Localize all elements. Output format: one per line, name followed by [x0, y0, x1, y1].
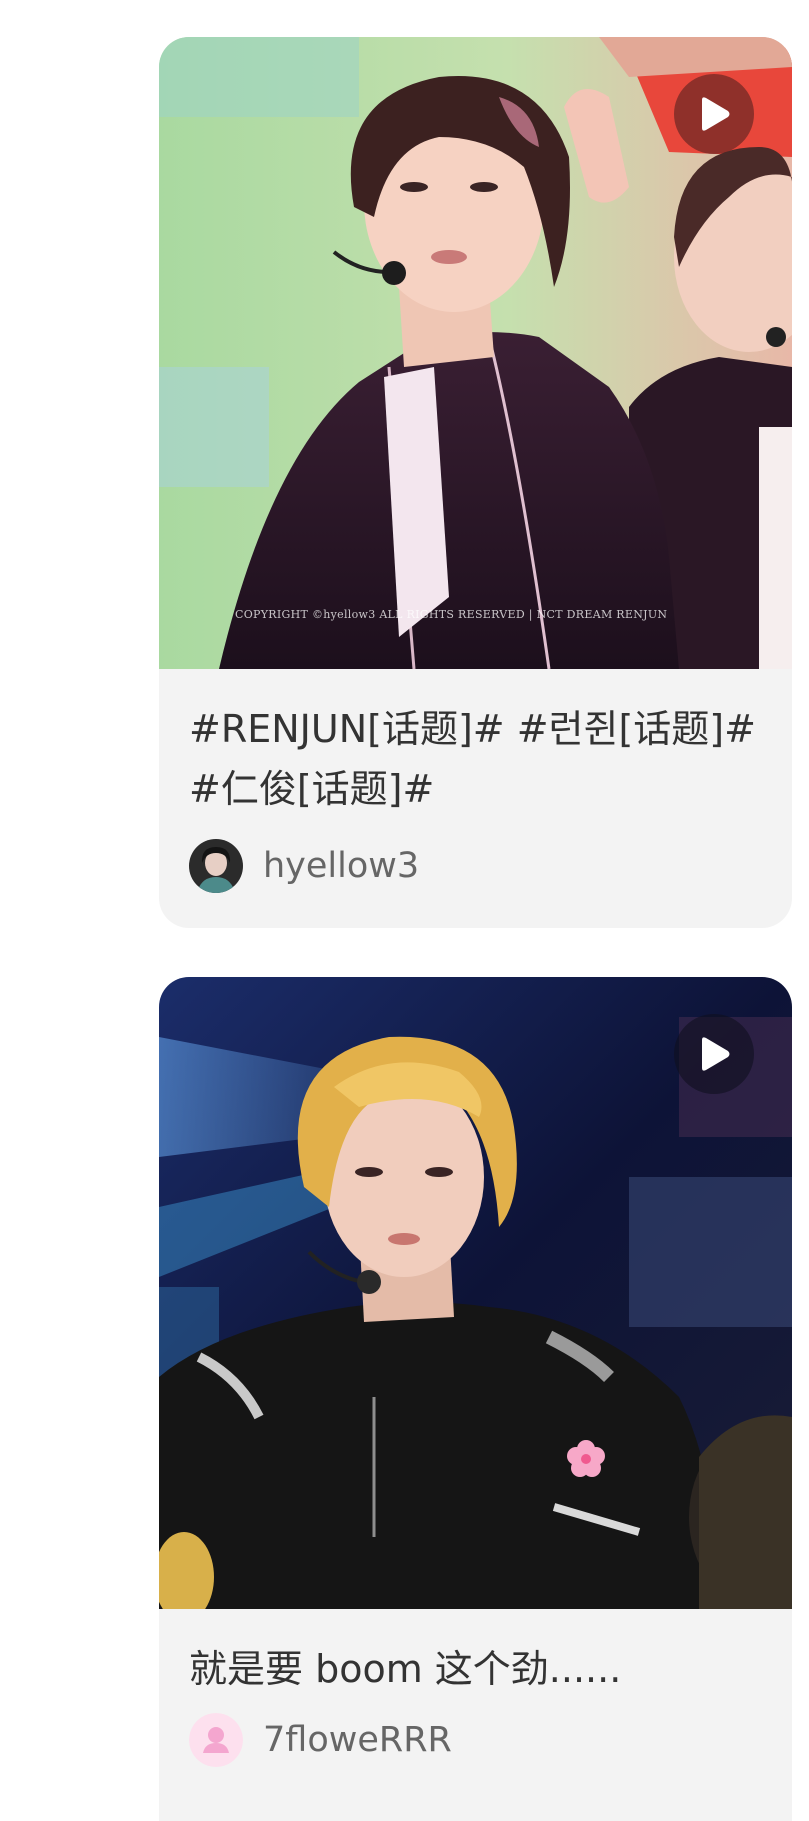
play-icon[interactable] — [674, 74, 754, 154]
default-user-icon[interactable] — [189, 1713, 243, 1767]
note-cover-image[interactable] — [159, 977, 792, 1609]
note-feed: COPYRIGHT ©hyellow3 ALL RIGHTS RESERVED … — [0, 0, 809, 1821]
note-author[interactable]: hyellow3 — [159, 839, 792, 893]
note-title[interactable]: #RENJUN[话题]# #런쥔[话题]# #仁俊[话题]# — [159, 699, 792, 819]
play-icon[interactable] — [674, 1014, 754, 1094]
avatar[interactable] — [189, 839, 243, 893]
note-card[interactable]: 就是要 boom 这个劲...... 7floweRRR — [159, 977, 792, 1821]
note-cover-image[interactable]: COPYRIGHT ©hyellow3 ALL RIGHTS RESERVED … — [159, 37, 792, 669]
note-author[interactable]: 7floweRRR — [159, 1713, 792, 1767]
note-card[interactable]: COPYRIGHT ©hyellow3 ALL RIGHTS RESERVED … — [159, 37, 792, 928]
author-name[interactable]: 7floweRRR — [263, 1720, 452, 1760]
cover-watermark: COPYRIGHT ©hyellow3 ALL RIGHTS RESERVED … — [235, 608, 668, 621]
note-title[interactable]: 就是要 boom 这个劲...... — [159, 1639, 792, 1699]
author-name[interactable]: hyellow3 — [263, 846, 419, 886]
